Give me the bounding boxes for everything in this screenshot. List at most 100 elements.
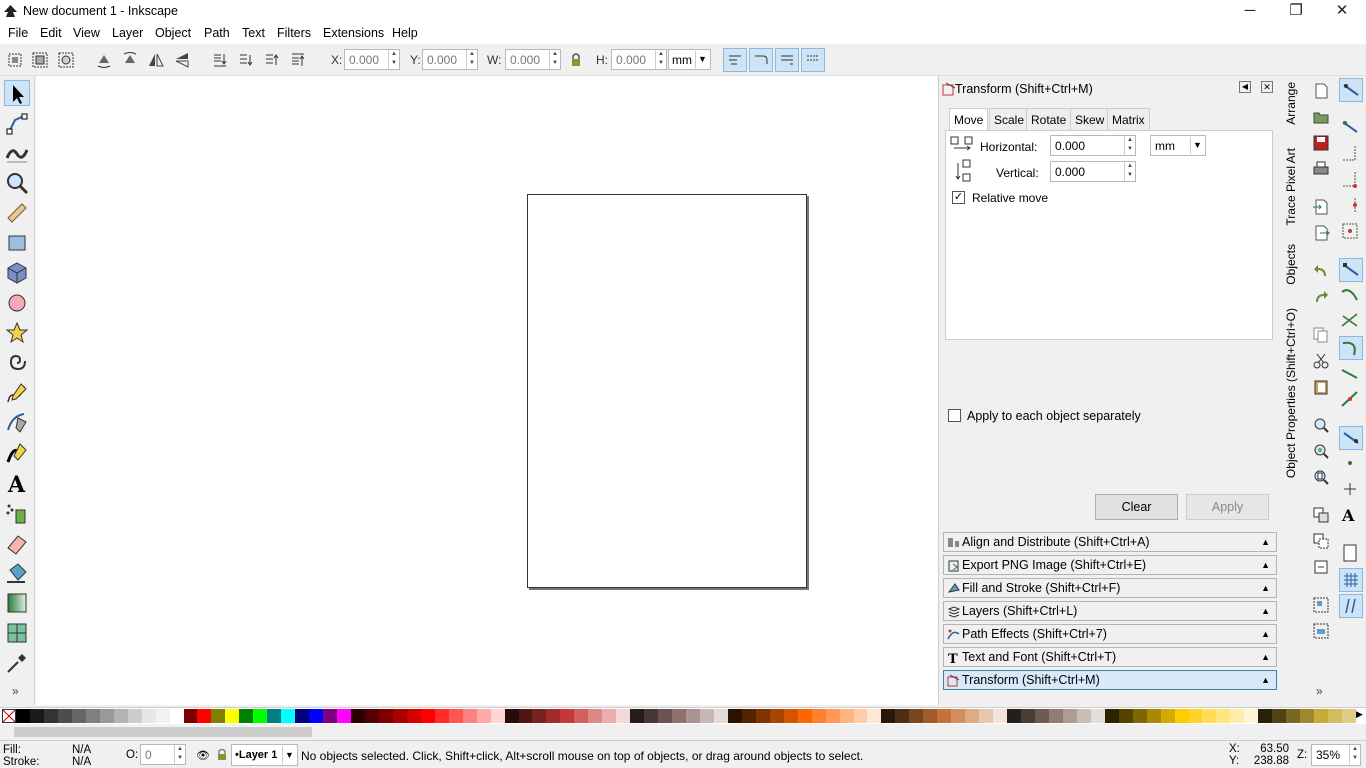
color-swatch[interactable] xyxy=(616,709,631,723)
color-swatch[interactable] xyxy=(155,709,170,723)
move-gradients-toggle[interactable] xyxy=(775,48,799,72)
snap-smooth-nodes-icon[interactable] xyxy=(1339,362,1363,386)
color-swatch[interactable] xyxy=(1188,709,1203,723)
snap-bbox-edge-icon[interactable] xyxy=(1339,142,1363,166)
select-all-icon[interactable] xyxy=(6,51,24,69)
snap-cusp-nodes-icon[interactable] xyxy=(1339,336,1363,360)
redo-icon[interactable] xyxy=(1312,288,1330,306)
color-swatch[interactable] xyxy=(839,709,854,723)
lock-layer-icon[interactable] xyxy=(216,748,228,762)
layers-dialog[interactable]: Layers (Shift+Ctrl+L) ▲ xyxy=(943,601,1277,621)
stroke-value[interactable]: N/A xyxy=(72,756,91,768)
star-tool-icon[interactable] xyxy=(4,320,30,346)
zoom-drawing-icon[interactable] xyxy=(1312,442,1330,460)
zoom-tool-icon[interactable] xyxy=(4,170,30,196)
scrollbar-thumb[interactable] xyxy=(14,727,312,737)
color-swatch[interactable] xyxy=(797,709,812,723)
rotate-cw-icon[interactable] xyxy=(121,51,139,69)
color-swatch[interactable] xyxy=(518,709,533,723)
unlink-clone-icon[interactable] xyxy=(1312,558,1330,576)
layer-select[interactable]: •Layer 1 ▼ xyxy=(231,744,298,766)
fill-value[interactable]: N/A xyxy=(72,744,91,756)
color-swatch[interactable] xyxy=(490,709,505,723)
move-unit-select[interactable]: mm ▼ xyxy=(1150,135,1206,156)
color-swatch[interactable] xyxy=(1286,709,1301,723)
tab-move[interactable]: Move xyxy=(949,108,989,131)
snap-object-centers-icon[interactable] xyxy=(1339,452,1363,476)
color-swatch[interactable] xyxy=(769,709,784,723)
menu-edit[interactable]: Edit xyxy=(40,26,62,40)
unit-select[interactable]: mm ▼ xyxy=(668,49,711,70)
eraser-tool-icon[interactable] xyxy=(4,530,30,556)
copy-icon[interactable] xyxy=(1312,326,1330,344)
selector-tool-icon[interactable] xyxy=(4,80,30,106)
color-swatch[interactable] xyxy=(392,709,407,723)
snap-intersections-icon[interactable] xyxy=(1339,310,1363,334)
clear-button[interactable]: Clear xyxy=(1095,494,1178,520)
iconify-icon[interactable]: ◀ xyxy=(1239,81,1251,93)
color-swatch[interactable] xyxy=(1021,709,1035,723)
color-swatch[interactable] xyxy=(951,709,966,723)
flip-horizontal-icon[interactable] xyxy=(147,51,165,69)
color-swatch[interactable] xyxy=(699,709,714,723)
color-swatch[interactable] xyxy=(141,709,156,723)
pencil-tool-icon[interactable] xyxy=(4,380,30,406)
color-swatch[interactable] xyxy=(1272,709,1287,723)
color-swatch[interactable] xyxy=(337,709,352,723)
raise-icon[interactable] xyxy=(263,51,281,69)
color-swatch[interactable] xyxy=(323,709,338,723)
move-patterns-toggle[interactable] xyxy=(801,48,825,72)
horizontal-input[interactable]: 0.000 ▲ ▼ xyxy=(1050,135,1136,156)
snap-rotation-center-icon[interactable] xyxy=(1339,478,1363,502)
color-swatch[interactable] xyxy=(364,709,379,723)
color-swatch[interactable] xyxy=(853,709,868,723)
tab-scale[interactable]: Scale xyxy=(989,108,1030,130)
color-swatch[interactable] xyxy=(686,709,700,723)
color-swatch[interactable] xyxy=(1230,709,1245,723)
node-tool-icon[interactable] xyxy=(4,110,30,136)
color-swatch[interactable] xyxy=(713,709,728,723)
color-swatch[interactable] xyxy=(113,709,128,723)
color-swatch[interactable] xyxy=(16,709,30,723)
snap-bbox-midpoint-icon[interactable] xyxy=(1339,194,1363,218)
deselect-icon[interactable] xyxy=(57,51,75,69)
snap-midpoints-icon[interactable] xyxy=(1339,388,1363,412)
color-swatch[interactable] xyxy=(588,709,603,723)
color-swatch[interactable] xyxy=(1062,709,1077,723)
menu-filters[interactable]: Filters xyxy=(277,26,311,40)
color-swatch[interactable] xyxy=(476,709,491,723)
group-icon[interactable] xyxy=(1312,596,1330,614)
color-swatch[interactable] xyxy=(1160,709,1175,723)
maximize-button[interactable]: ❐ xyxy=(1273,0,1319,23)
color-swatch[interactable] xyxy=(1216,709,1231,723)
spiral-tool-icon[interactable] xyxy=(4,350,30,376)
snap-nodes-icon[interactable] xyxy=(1339,258,1363,282)
color-swatch[interactable] xyxy=(658,709,673,723)
no-paint-swatch[interactable] xyxy=(2,709,16,723)
snap-paths-icon[interactable] xyxy=(1339,284,1363,308)
snap-page-border-icon[interactable] xyxy=(1339,542,1363,566)
color-swatch[interactable] xyxy=(602,709,617,723)
color-swatch[interactable] xyxy=(267,709,282,723)
ungroup-icon[interactable] xyxy=(1312,622,1330,640)
export-icon[interactable] xyxy=(1312,224,1330,242)
color-swatch[interactable] xyxy=(462,709,477,723)
menu-view[interactable]: View xyxy=(73,26,100,40)
color-swatch[interactable] xyxy=(644,709,659,723)
dropper-tool-icon[interactable] xyxy=(4,650,30,676)
snap-bbox-icon[interactable] xyxy=(1339,116,1363,140)
color-swatch[interactable] xyxy=(1090,709,1105,723)
color-swatch[interactable] xyxy=(183,709,198,723)
color-swatch[interactable] xyxy=(965,709,980,723)
tweak-tool-icon[interactable] xyxy=(4,140,30,166)
color-swatch[interactable] xyxy=(99,709,114,723)
menu-text[interactable]: Text xyxy=(242,26,265,40)
tab-object-properties[interactable]: Object Properties (Shift+Ctrl+O) xyxy=(1284,308,1298,478)
close-dialog-icon[interactable]: ✕ xyxy=(1261,81,1273,93)
duplicate-icon[interactable] xyxy=(1312,506,1330,524)
select-all-layers-icon[interactable] xyxy=(31,51,49,69)
rotate-ccw-icon[interactable] xyxy=(95,51,113,69)
color-swatch[interactable] xyxy=(127,709,142,723)
apply-button[interactable]: Apply xyxy=(1186,494,1269,520)
x-input[interactable]: 0.000 ▲ ▼ xyxy=(344,49,400,70)
